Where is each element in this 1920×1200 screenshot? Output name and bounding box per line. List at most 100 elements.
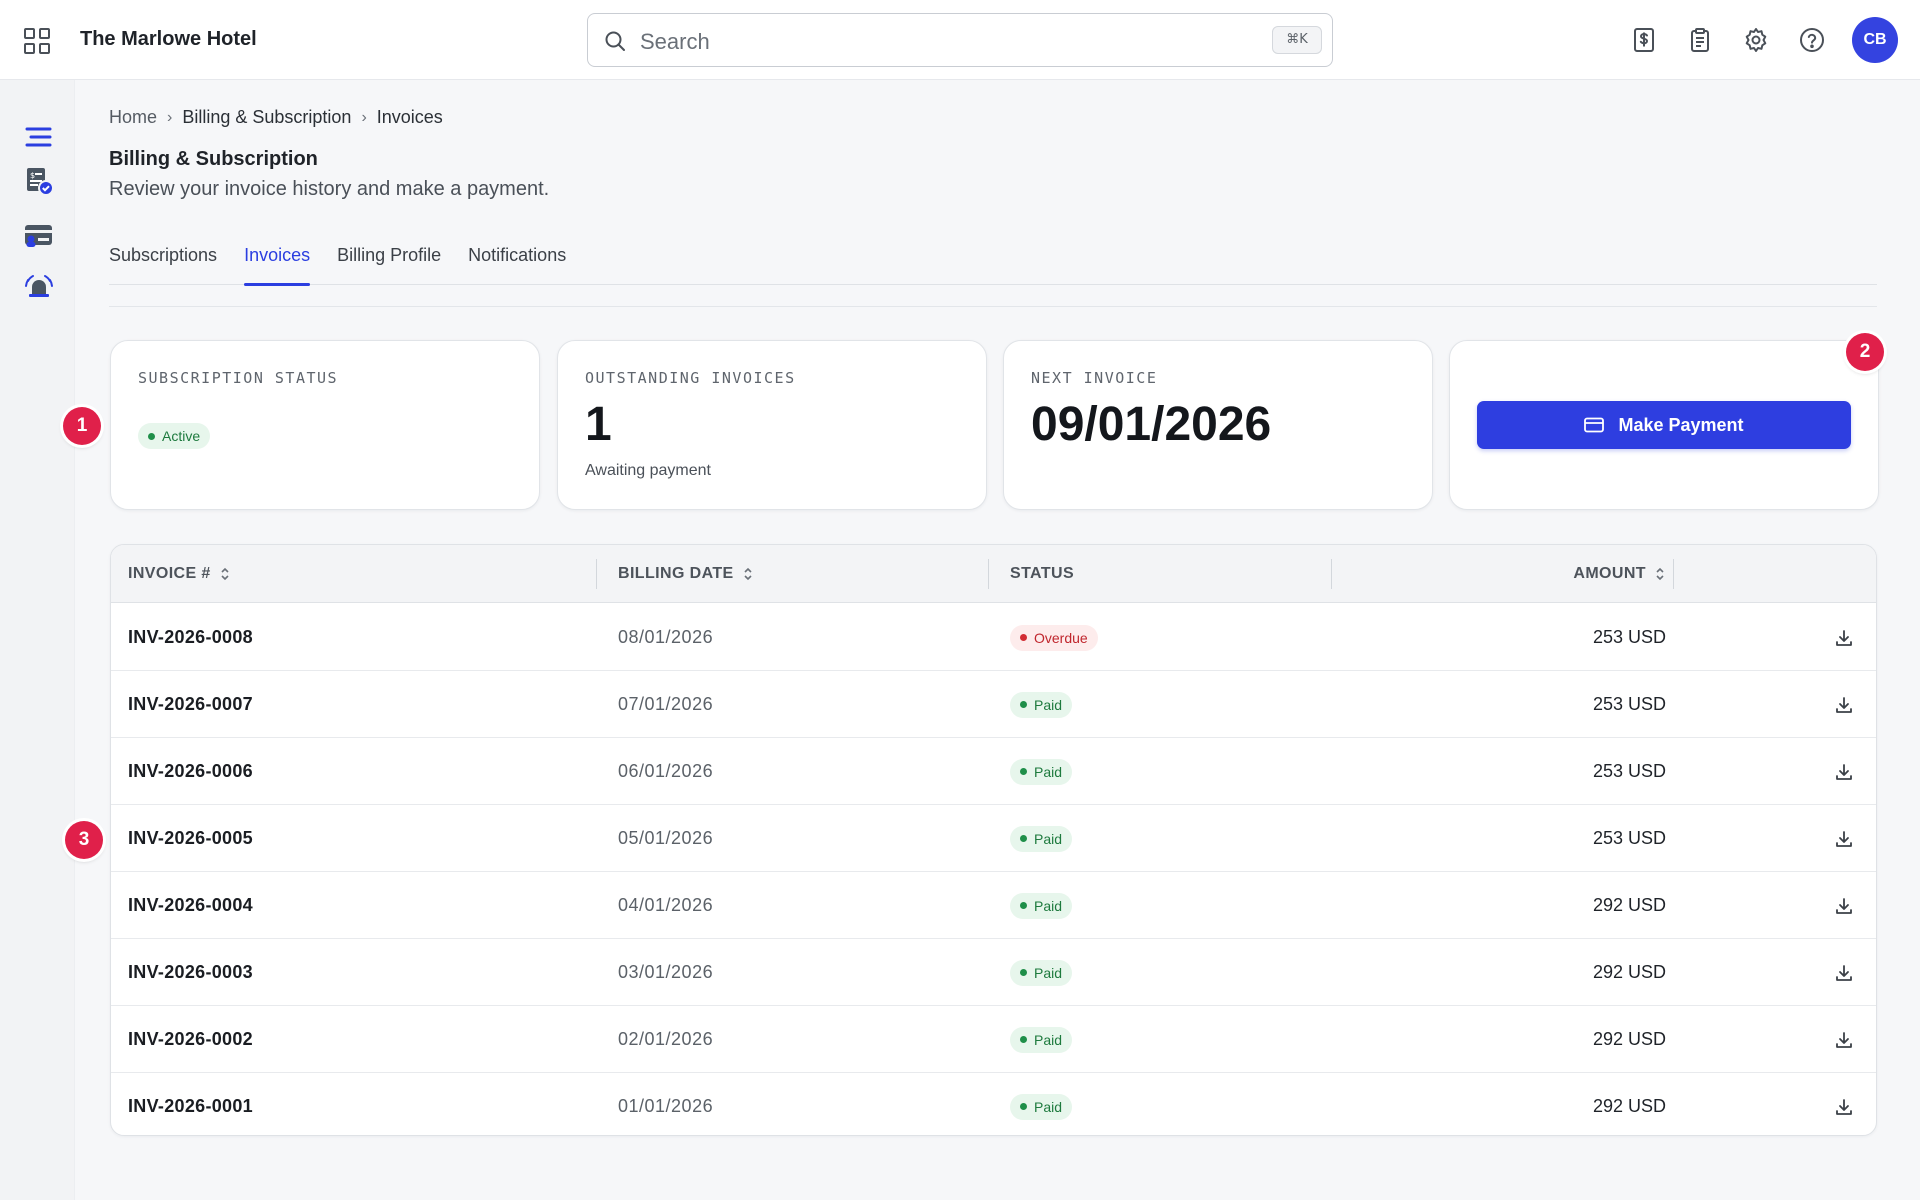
- table-row[interactable]: INV-2026-0006 06/01/2026 Paid 253 USD: [111, 738, 1876, 805]
- tab-notifications[interactable]: Notifications: [468, 244, 566, 286]
- status-dot: [1020, 768, 1027, 775]
- status-dot: [1020, 835, 1027, 842]
- invoice-number: INV-2026-0001: [128, 1096, 253, 1116]
- status-text: Overdue: [1034, 629, 1088, 646]
- download-button[interactable]: [1830, 671, 1858, 738]
- invoice-check-icon[interactable]: $: [24, 166, 54, 196]
- column-divider: [596, 559, 597, 589]
- payment-card: Make Payment: [1449, 340, 1879, 510]
- card-user-icon[interactable]: [24, 220, 54, 250]
- status-badge: Paid: [1010, 825, 1073, 852]
- column-divider: [1673, 559, 1674, 589]
- header-billing-date[interactable]: BILLING DATE: [618, 545, 754, 603]
- table-row[interactable]: INV-2026-0002 02/01/2026 Paid 292 USD: [111, 1006, 1876, 1073]
- search-placeholder: Search: [640, 29, 710, 54]
- make-payment-label: Make Payment: [1618, 414, 1744, 435]
- status-text: Active: [162, 428, 201, 444]
- invoice-number: INV-2026-0006: [128, 761, 253, 781]
- table-row[interactable]: INV-2026-0005 05/01/2026 Paid 253 USD: [111, 805, 1876, 872]
- svg-text:$: $: [30, 171, 35, 180]
- tab-invoices[interactable]: Invoices: [244, 244, 311, 286]
- gear-icon[interactable]: [1742, 26, 1770, 54]
- table-row[interactable]: INV-2026-0001 01/01/2026 Paid 292 USD: [111, 1073, 1876, 1135]
- menu-icon[interactable]: [24, 122, 54, 152]
- invoice-number: INV-2026-0002: [128, 1029, 253, 1049]
- breadcrumb-home[interactable]: Home: [109, 107, 157, 128]
- download-icon: [1836, 1098, 1852, 1115]
- download-button[interactable]: [1830, 1073, 1858, 1135]
- status-cell: Paid: [1010, 872, 1073, 939]
- app-grid-icon[interactable]: [24, 28, 50, 54]
- download-button[interactable]: [1830, 1006, 1858, 1073]
- download-button[interactable]: [1830, 872, 1858, 939]
- sort-icon: [221, 567, 229, 581]
- search-shortcut: ⌘K: [1272, 26, 1322, 54]
- invoice-number: INV-2026-0003: [128, 962, 253, 982]
- header-date-label: BILLING DATE: [618, 565, 734, 582]
- amount: 292 USD: [1592, 895, 1666, 915]
- table-row[interactable]: INV-2026-0008 08/01/2026 Overdue 253 USD: [111, 604, 1876, 671]
- status-cell: Paid: [1010, 1073, 1073, 1135]
- status-badge: Paid: [1010, 758, 1073, 785]
- outstanding-invoices-card: OUTSTANDING INVOICES 1 Awaiting payment: [557, 340, 987, 510]
- amount: 292 USD: [1592, 1029, 1666, 1049]
- invoice-number: INV-2026-0008: [128, 627, 253, 647]
- status-dot: [1020, 1103, 1027, 1110]
- avatar[interactable]: CB: [1852, 17, 1898, 63]
- card-label: SUBSCRIPTION STATUS: [138, 369, 339, 387]
- header-status: STATUS: [1010, 545, 1074, 603]
- download-button[interactable]: [1830, 805, 1858, 872]
- tab-subscriptions[interactable]: Subscriptions: [109, 244, 217, 286]
- download-icon: [1836, 830, 1852, 847]
- download-button[interactable]: [1830, 939, 1858, 1006]
- credit-card-icon: [1584, 417, 1605, 433]
- status-cell: Paid: [1010, 939, 1073, 1006]
- outstanding-count: 1: [585, 398, 612, 451]
- download-icon: [1836, 1031, 1852, 1048]
- status-text: Paid: [1034, 696, 1063, 713]
- table-row[interactable]: INV-2026-0007 07/01/2026 Paid 253 USD: [111, 671, 1876, 738]
- column-divider: [1331, 559, 1332, 589]
- billing-date: 03/01/2026: [618, 962, 714, 982]
- table-header: INVOICE # BILLING DATE STATUS AMOUNT: [111, 545, 1876, 603]
- status-badge: Paid: [1010, 959, 1073, 986]
- alarm-bell-icon[interactable]: [24, 272, 54, 302]
- table-row[interactable]: INV-2026-0003 03/01/2026 Paid 292 USD: [111, 939, 1876, 1006]
- status-badge: Paid: [1010, 1093, 1073, 1120]
- card-label: NEXT INVOICE: [1031, 369, 1158, 387]
- billing-icon[interactable]: [1630, 26, 1658, 54]
- breadcrumb-current: Invoices: [376, 107, 443, 127]
- clipboard-icon[interactable]: [1686, 26, 1714, 54]
- billing-date: 05/01/2026: [618, 828, 714, 848]
- status-dot: [1020, 634, 1027, 641]
- status-cell: Paid: [1010, 1006, 1073, 1073]
- search-input[interactable]: Search ⌘K: [587, 13, 1333, 67]
- tab-billing-profile[interactable]: Billing Profile: [337, 244, 441, 286]
- table-row[interactable]: INV-2026-0004 04/01/2026 Paid 292 USD: [111, 872, 1876, 939]
- next-invoice-date: 09/01/2026: [1031, 398, 1272, 451]
- amount: 292 USD: [1592, 1096, 1666, 1116]
- header-amount[interactable]: AMOUNT: [1573, 545, 1666, 603]
- help-icon[interactable]: [1798, 26, 1826, 54]
- annotation-marker: 3: [65, 821, 103, 859]
- breadcrumb-section[interactable]: Billing & Subscription: [182, 107, 351, 128]
- column-divider: [988, 559, 989, 589]
- search-icon: [605, 31, 625, 51]
- section-divider: [109, 306, 1877, 307]
- card-label: OUTSTANDING INVOICES: [585, 369, 796, 387]
- status-badge: Overdue: [1010, 624, 1098, 651]
- download-button[interactable]: [1830, 604, 1858, 671]
- make-payment-button[interactable]: Make Payment: [1477, 401, 1851, 449]
- download-icon: [1836, 763, 1852, 780]
- amount: 253 USD: [1592, 761, 1666, 781]
- status-badge: Paid: [1010, 691, 1073, 718]
- download-button[interactable]: [1830, 738, 1858, 805]
- billing-date: 01/01/2026: [618, 1096, 714, 1116]
- header-invoice[interactable]: INVOICE #: [128, 545, 231, 603]
- status-text: Paid: [1034, 830, 1063, 847]
- download-icon: [1836, 696, 1852, 713]
- invoice-table: INVOICE # BILLING DATE STATUS AMOUNT INV…: [110, 544, 1877, 1136]
- chevron-right-icon: ›: [167, 108, 173, 126]
- status-dot: [1020, 701, 1027, 708]
- invoice-number: INV-2026-0005: [128, 828, 253, 848]
